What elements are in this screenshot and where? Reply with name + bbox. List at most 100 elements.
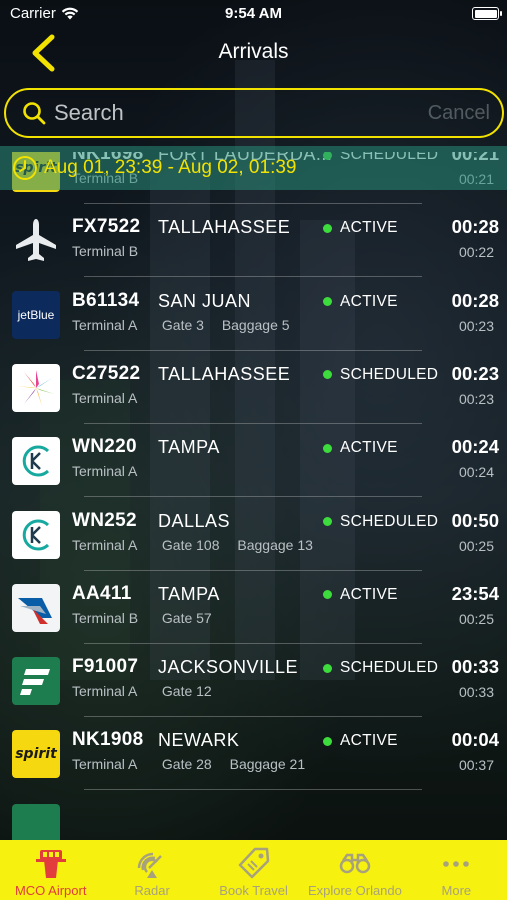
status-dot-icon — [323, 590, 332, 600]
flight-row[interactable]: FX7522 TALLAHASSEE Terminal B ACTIVE 00:… — [0, 204, 507, 278]
estimated-time: 00:23 — [451, 362, 499, 384]
tab-radar[interactable]: Radar — [101, 840, 202, 900]
status-label: ACTIVE — [340, 292, 398, 310]
battery-icon — [472, 7, 502, 20]
terminal-label: Terminal A — [72, 463, 138, 480]
terminal-label: Terminal A — [72, 536, 138, 553]
status-dot-icon — [323, 223, 332, 233]
tab-label: Radar — [134, 883, 170, 898]
flight-details: Terminal A Gate 3 Baggage 5 — [72, 317, 304, 333]
flight-status: ACTIVE — [323, 293, 398, 311]
status-bar: Carrier 9:54 AM — [0, 0, 507, 28]
airline-logo: jetBlue — [12, 290, 60, 339]
airline-logo — [12, 583, 60, 632]
flight-row[interactable]: spirit NK1908 NEWARK Terminal A Gate 28 … — [0, 717, 507, 791]
tab-mco-airport[interactable]: MCO Airport — [0, 840, 101, 900]
airline-k-logo — [22, 519, 50, 550]
flight-row[interactable]: WN252 DALLAS Terminal A Gate 108 Baggage… — [0, 498, 507, 571]
tab-book-travel[interactable]: Book Travel — [203, 840, 304, 900]
flight-number: C27522 — [72, 362, 141, 384]
status-label: ACTIVE — [340, 732, 398, 750]
flight-number: FX7522 — [72, 216, 141, 238]
tab-label: Book Travel — [219, 883, 288, 898]
origin-city: TAMPA — [158, 437, 220, 458]
radar-icon — [137, 852, 162, 878]
flight-row[interactable]: WN220 TAMPA Terminal A ACTIVE 00:24 00:2… — [0, 424, 507, 498]
page-title: Arrivals — [218, 40, 289, 63]
tab-more[interactable]: More — [406, 840, 507, 900]
status-label: SCHEDULED — [340, 512, 439, 530]
airplane-icon — [16, 219, 56, 262]
flight-row-partial[interactable] — [0, 791, 507, 840]
flight-details: Terminal A Gate 12 — [72, 683, 226, 699]
gate-label: Gate 3 — [161, 316, 204, 333]
estimated-time: 00:33 — [451, 656, 499, 678]
baggage-label: Baggage 21 — [229, 756, 306, 773]
flight-status: SCHEDULED — [323, 366, 438, 384]
airline-logo — [12, 510, 60, 559]
estimated-time: 00:24 — [451, 436, 499, 458]
navigation-bar: Arrivals — [0, 28, 507, 78]
terminal-label: Terminal A — [72, 756, 138, 773]
flight-status: ACTIVE — [323, 732, 398, 750]
terminal-label: Terminal A — [72, 316, 138, 333]
clock-icon — [13, 156, 37, 180]
origin-city: TALLAHASSEE — [158, 363, 291, 384]
scheduled-time: 00:23 — [458, 317, 494, 334]
scheduled-time: 00:23 — [458, 390, 494, 407]
estimated-time: 00:04 — [451, 729, 499, 751]
flight-row[interactable]: jetBlue B61134 SAN JUAN Terminal A Gate … — [0, 278, 507, 351]
origin-city: NEWARK — [158, 730, 240, 751]
tab-explore-orlando[interactable]: Explore Orlando — [304, 840, 405, 900]
status-label: ACTIVE — [340, 219, 398, 237]
flight-details: Terminal B — [72, 243, 158, 259]
flight-row[interactable]: F91007 JACKSONVILLE Terminal A Gate 12 S… — [0, 644, 507, 718]
estimated-time: 00:28 — [451, 216, 499, 238]
status-dot-icon — [323, 370, 332, 380]
flight-number: NK1908 — [72, 729, 144, 751]
flight-status: SCHEDULED — [323, 659, 438, 677]
flight-details: Terminal B Gate 57 — [72, 610, 226, 626]
terminal-label: Terminal A — [72, 683, 138, 700]
flight-row[interactable]: C27522 TALLAHASSEE Terminal A SCHEDULED … — [0, 351, 507, 424]
scheduled-time: 00:25 — [458, 610, 494, 627]
status-label: SCHEDULED — [340, 365, 439, 383]
terminal-label: Terminal B — [72, 609, 139, 626]
terminal-label: Terminal B — [72, 243, 139, 260]
flight-row[interactable]: AA411 TAMPA Terminal B Gate 57 ACTIVE 23… — [0, 571, 507, 644]
gate-label: Gate 12 — [161, 683, 212, 700]
gate-label: Gate 28 — [161, 756, 212, 773]
scheduled-time: 00:24 — [458, 464, 494, 481]
binoculars-icon — [339, 853, 371, 874]
date-range-text: Aug 01, 23:39 - Aug 02, 01:39 — [44, 157, 297, 178]
date-range-bar[interactable]: Aug 01, 23:39 - Aug 02, 01:39 — [0, 146, 507, 190]
status-label: ACTIVE — [340, 439, 398, 457]
flight-number: B61134 — [72, 289, 140, 311]
scheduled-time: 00:37 — [458, 757, 494, 774]
flight-number: AA411 — [72, 582, 132, 604]
flight-details: Terminal A Gate 108 Baggage 13 — [72, 537, 327, 553]
origin-city: TAMPA — [158, 583, 220, 604]
status-label: SCHEDULED — [340, 659, 439, 677]
search-input[interactable] — [54, 100, 414, 126]
status-dot-icon — [323, 443, 332, 453]
flight-details: Terminal A — [72, 390, 158, 406]
flight-number: F91007 — [72, 656, 139, 678]
airline-k-logo — [22, 445, 50, 477]
airline-logo: spirit — [12, 730, 60, 779]
frontier-logo — [20, 669, 50, 696]
status-dot-icon — [323, 736, 332, 746]
cancel-button[interactable]: Cancel — [428, 102, 490, 125]
origin-city: DALLAS — [158, 510, 231, 531]
tab-label: More — [441, 883, 472, 898]
origin-city: JACKSONVILLE — [158, 657, 299, 678]
airline-logo-text: jetBlue — [17, 307, 55, 322]
tower-icon — [35, 850, 66, 878]
baggage-label: Baggage 5 — [221, 316, 290, 333]
arrivals-list[interactable]: spirit NK1698 FORT LAUDERDA... Terminal … — [0, 152, 507, 840]
gate-label: Gate 108 — [161, 536, 220, 553]
flight-status: ACTIVE — [323, 219, 398, 237]
origin-city: TALLAHASSEE — [158, 217, 291, 238]
airline-logo — [12, 437, 60, 486]
airline-logo — [12, 217, 60, 265]
